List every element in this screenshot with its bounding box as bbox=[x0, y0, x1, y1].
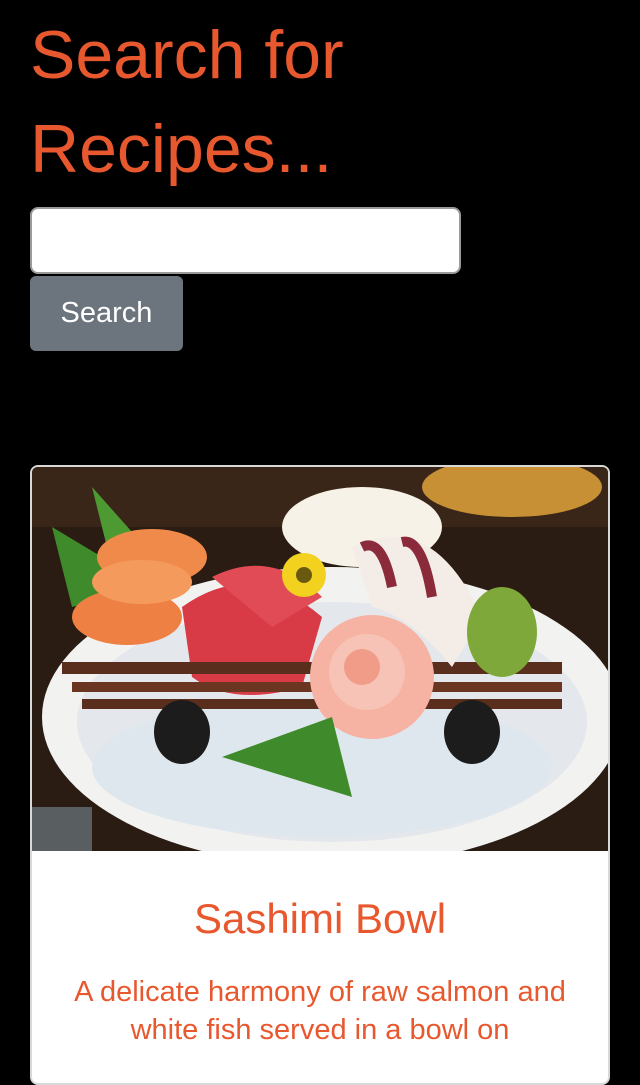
recipe-image bbox=[32, 467, 608, 851]
recipe-title[interactable]: Sashimi Bowl bbox=[32, 887, 608, 951]
page-title: Search for Recipes... bbox=[30, 17, 344, 187]
search-input[interactable] bbox=[30, 207, 461, 274]
search-button[interactable]: Search bbox=[30, 276, 183, 351]
recipe-description: A delicate harmony of raw salmon and whi… bbox=[74, 976, 566, 1046]
recipe-card[interactable]: Sashimi Bowl A delicate harmony of raw s… bbox=[30, 465, 610, 1085]
